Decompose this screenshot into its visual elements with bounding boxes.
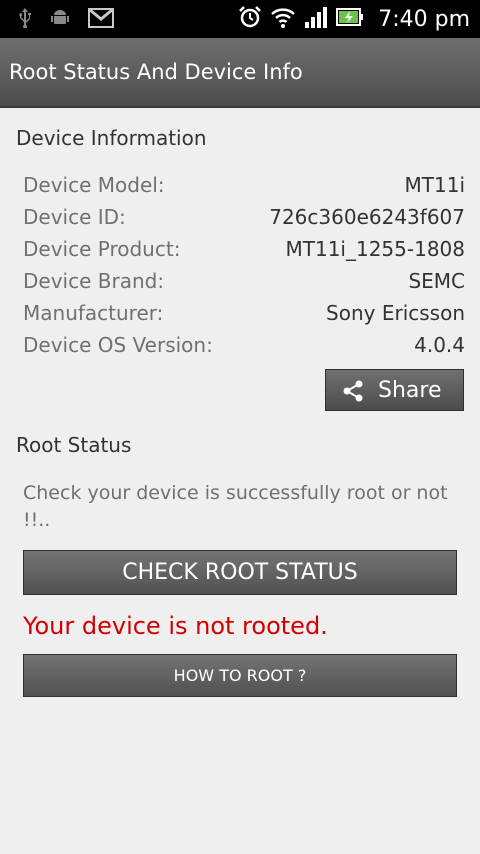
info-value: SEMC (408, 269, 465, 293)
wifi-icon (270, 5, 296, 33)
android-debug-icon (50, 8, 70, 32)
share-icon (343, 380, 363, 402)
info-row-device-id: Device ID: 726c360e6243f607 (23, 205, 465, 235)
root-status-description: Check your device is successfully root o… (23, 482, 448, 531)
gmail-icon (88, 8, 114, 32)
battery-charging-icon (336, 7, 364, 31)
signal-icon (304, 6, 328, 32)
info-value: MT11i (404, 173, 465, 197)
info-row-os-version: Device OS Version: 4.0.4 (23, 333, 465, 363)
info-label: Device Model: (23, 173, 165, 197)
share-label: Share (378, 378, 442, 403)
status-bar: 7:40 pm (0, 0, 480, 38)
info-label: Device Product: (23, 237, 181, 261)
status-time: 7:40 pm (378, 6, 470, 32)
info-row-device-model: Device Model: MT11i (23, 173, 465, 203)
root-result-text: Your device is not rooted. (23, 612, 328, 640)
alarm-icon (238, 5, 262, 33)
device-info-heading: Device Information (16, 126, 207, 150)
action-bar: Root Status And Device Info (0, 38, 480, 108)
usb-icon (18, 8, 32, 32)
root-status-heading: Root Status (16, 433, 132, 457)
info-label: Manufacturer: (23, 301, 164, 325)
share-button[interactable]: Share (325, 369, 464, 411)
check-root-status-button[interactable]: CHECK ROOT STATUS (23, 550, 457, 595)
info-row-manufacturer: Manufacturer: Sony Ericsson (23, 301, 465, 331)
info-value: MT11i_1255-1808 (285, 237, 466, 261)
app-title: Root Status And Device Info (9, 60, 303, 84)
info-row-device-brand: Device Brand: SEMC (23, 269, 465, 299)
info-label: Device Brand: (23, 269, 165, 293)
how-to-root-button[interactable]: HOW TO ROOT ? (23, 654, 457, 697)
info-label: Device OS Version: (23, 333, 213, 357)
info-row-device-product: Device Product: MT11i_1255-1808 (23, 237, 465, 267)
info-value: Sony Ericsson (326, 301, 465, 325)
info-value: 726c360e6243f607 (269, 205, 465, 229)
info-label: Device ID: (23, 205, 126, 229)
info-value: 4.0.4 (414, 333, 465, 357)
